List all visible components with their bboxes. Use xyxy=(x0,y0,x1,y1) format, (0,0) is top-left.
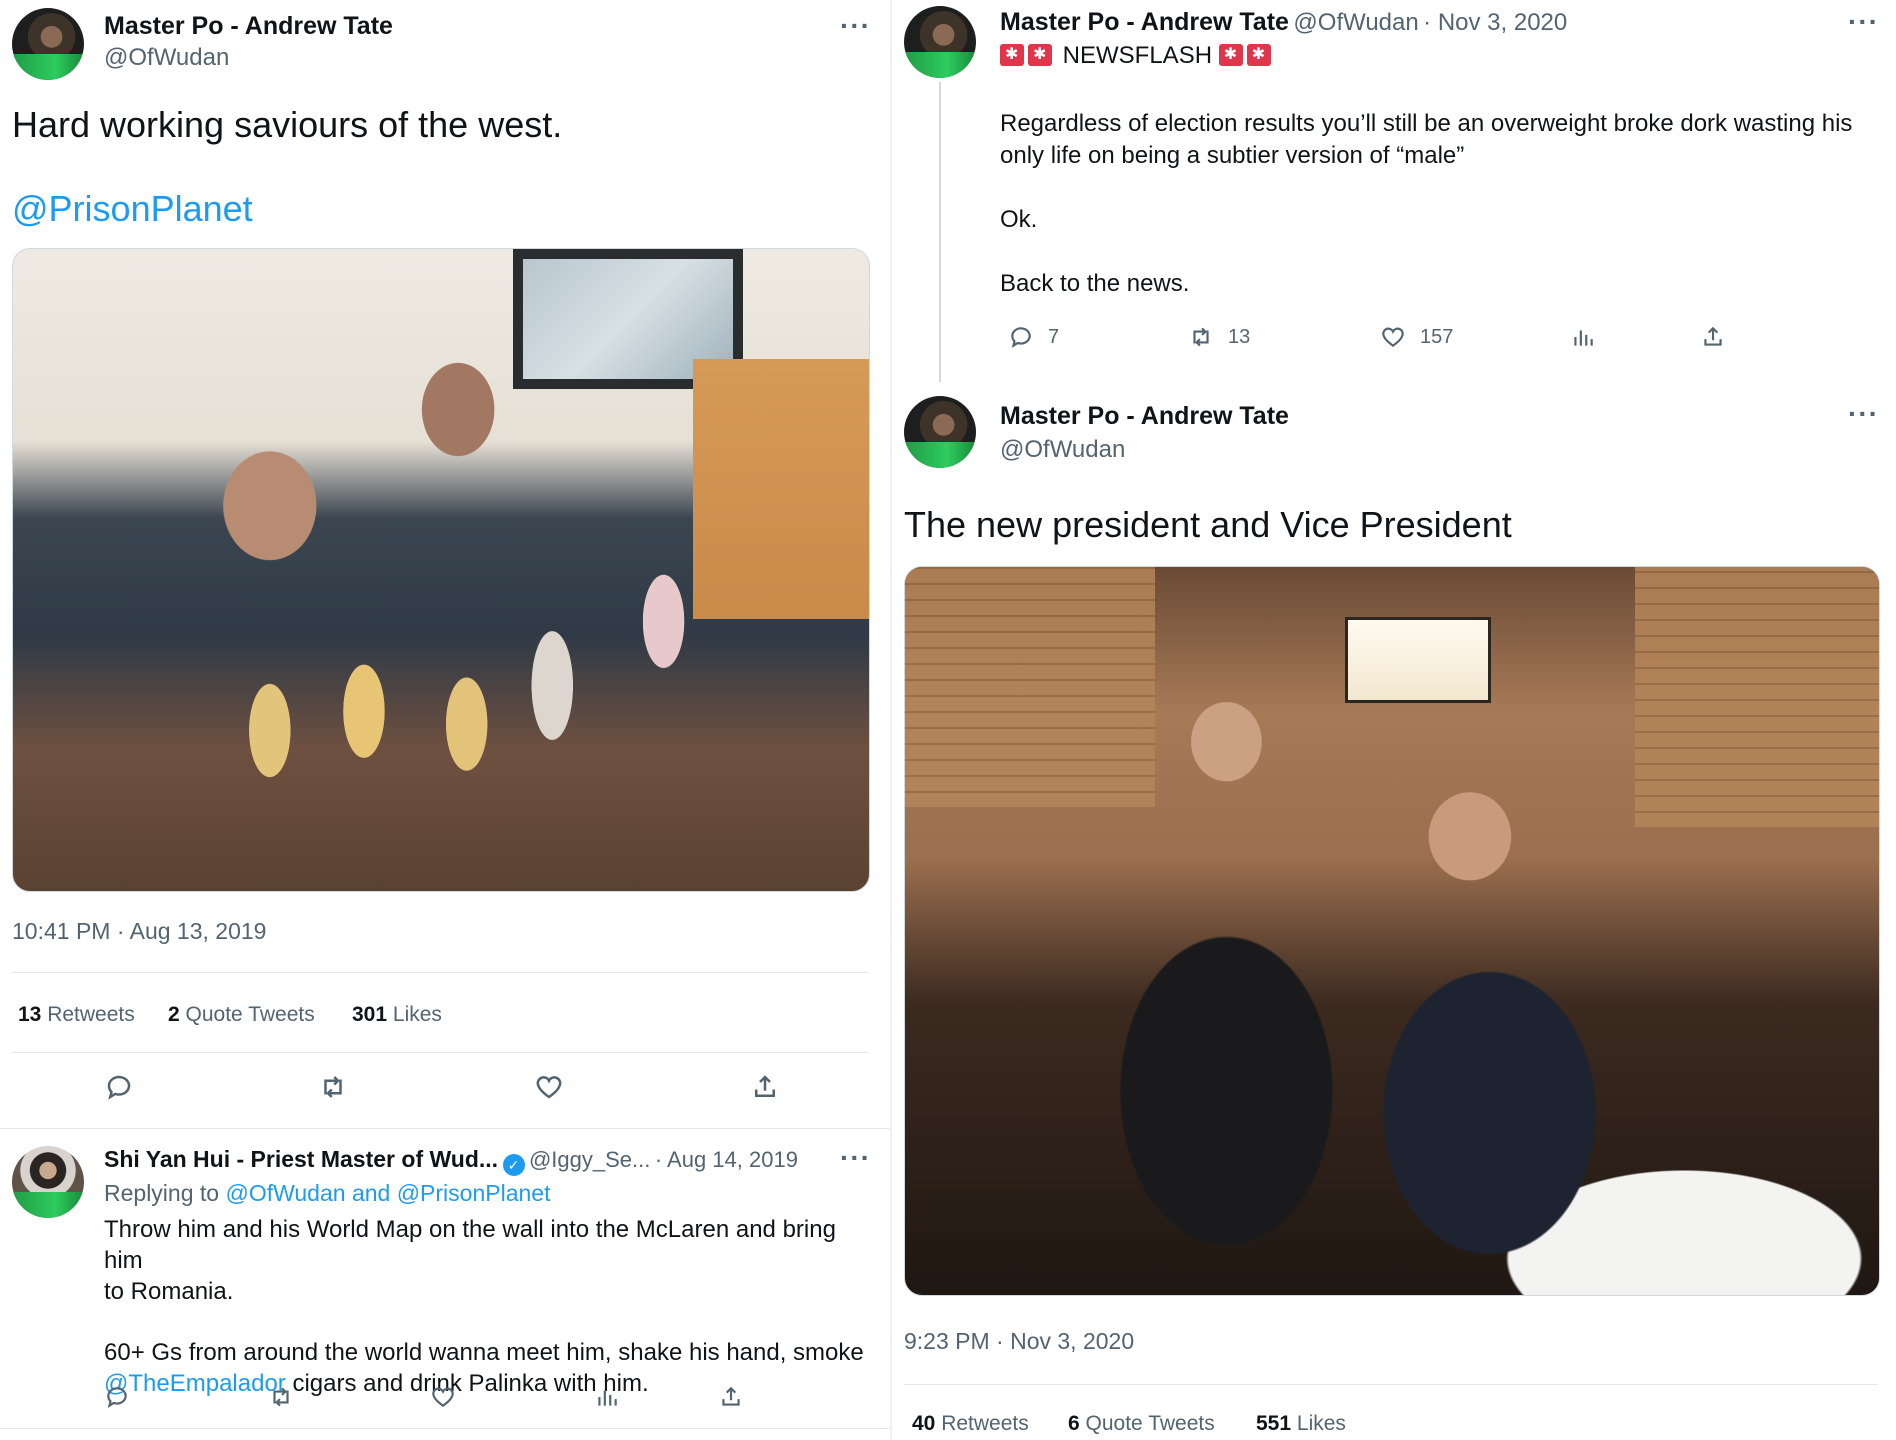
share-button[interactable] xyxy=(750,1072,780,1107)
siren-icon xyxy=(1000,44,1024,66)
more-options-button[interactable]: ··· xyxy=(1848,398,1879,430)
author-avatar[interactable] xyxy=(904,6,976,78)
author-name[interactable]: Master Po - Andrew Tate xyxy=(104,12,393,41)
newsflash-text: NEWSFLASH xyxy=(1062,42,1213,69)
reply-author-handle[interactable]: @Iggy_Se... xyxy=(529,1147,650,1172)
tweet-photo[interactable] xyxy=(12,248,870,892)
reply-author-name[interactable]: Shi Yan Hui - Priest Master of Wud... xyxy=(104,1146,498,1172)
author-handle[interactable]: @OfWudan xyxy=(1293,9,1418,36)
top-like-button[interactable]: 157 xyxy=(1380,324,1453,350)
divider xyxy=(904,1384,1878,1385)
quote-tweets-stat[interactable]: 2 Quote Tweets xyxy=(168,1003,315,1027)
divider xyxy=(12,972,868,973)
photo-brick-wall xyxy=(1635,567,1879,827)
analytics-icon xyxy=(1574,330,1593,346)
retweet-icon xyxy=(273,1387,289,1407)
reply-icon xyxy=(107,1075,131,1100)
siren-icon xyxy=(1028,44,1052,66)
siren-icon xyxy=(1218,44,1243,66)
photo-bar-counter xyxy=(693,359,869,619)
like-count: 157 xyxy=(1420,325,1454,348)
right-tweet-column: Master Po - Andrew Tate @OfWudan · Nov 3… xyxy=(890,0,1896,1440)
tweet-photo[interactable] xyxy=(904,566,1880,1296)
top-tweet-header: Master Po - Andrew Tate @OfWudan · Nov 3… xyxy=(1000,8,1567,37)
divider xyxy=(12,1052,868,1053)
replying-to-links[interactable]: @OfWudan and @PrisonPlanet xyxy=(225,1180,550,1206)
analytics-icon xyxy=(598,1390,617,1406)
replying-to: Replying to @OfWudan and @PrisonPlanet xyxy=(104,1180,550,1207)
author-avatar[interactable] xyxy=(12,8,84,80)
tweet-text: Hard working saviours of the west. xyxy=(12,104,563,145)
like-icon xyxy=(432,1387,454,1407)
retweet-count: 13 xyxy=(1228,325,1251,348)
tweet-text: The new president and Vice President xyxy=(904,504,1512,545)
mention-link[interactable]: @TheEmpalador xyxy=(104,1370,286,1397)
reply-analytics-button[interactable] xyxy=(594,1384,620,1415)
reply-more-options-button[interactable]: ··· xyxy=(840,1142,871,1174)
like-icon xyxy=(536,1076,562,1099)
photo-lamp xyxy=(1345,617,1491,703)
retweets-stat[interactable]: 13 Retweets xyxy=(18,1003,135,1027)
top-reply-button[interactable]: 7 xyxy=(1008,324,1059,350)
divider xyxy=(0,1428,890,1429)
mention-link[interactable]: @PrisonPlanet xyxy=(12,188,253,230)
tweet-text-line: only life on being a subtier version of … xyxy=(1000,142,1465,169)
author-name[interactable]: Master Po - Andrew Tate xyxy=(1000,8,1289,36)
retweet-icon xyxy=(1193,327,1209,347)
reply-like-button[interactable] xyxy=(430,1384,456,1415)
reply-author-avatar[interactable] xyxy=(12,1146,84,1218)
reply-text-line: to Romania. xyxy=(104,1278,234,1305)
reply-icon xyxy=(1011,327,1031,349)
share-icon xyxy=(722,1386,740,1406)
tweet-text-line: Ok. xyxy=(1000,206,1038,233)
retweet-icon xyxy=(324,1076,342,1098)
siren-icon xyxy=(1246,44,1271,66)
reply-reply-button[interactable] xyxy=(104,1384,130,1415)
share-icon xyxy=(1704,326,1722,346)
reply-date[interactable]: · Aug 14, 2019 xyxy=(655,1147,798,1172)
retweets-stat[interactable]: 40 Retweets xyxy=(912,1412,1029,1436)
tweet-date[interactable]: · Nov 3, 2020 xyxy=(1423,9,1567,36)
replying-to-label: Replying to xyxy=(104,1180,220,1206)
retweet-button[interactable] xyxy=(318,1072,348,1107)
reply-button[interactable] xyxy=(104,1072,134,1107)
reply-icon xyxy=(107,1387,127,1409)
verified-badge-icon: ✓ xyxy=(502,1154,525,1176)
top-tweet-text: Regardless of election results you’ll st… xyxy=(1000,108,1880,300)
tweet-text-line: Regardless of election results you’ll st… xyxy=(1000,110,1853,137)
share-icon xyxy=(755,1075,775,1097)
more-options-button[interactable]: ··· xyxy=(1848,6,1879,38)
author-handle[interactable]: @OfWudan xyxy=(104,44,229,72)
tweet-timestamp[interactable]: 9:23 PM · Nov 3, 2020 xyxy=(904,1328,1134,1355)
photo-brick-wall xyxy=(905,567,1155,807)
top-share-button[interactable] xyxy=(1700,324,1726,350)
tweet-timestamp[interactable]: 10:41 PM · Aug 13, 2019 xyxy=(12,918,266,945)
author-avatar[interactable] xyxy=(904,396,976,468)
like-button[interactable] xyxy=(534,1072,564,1107)
top-analytics-button[interactable] xyxy=(1570,324,1596,350)
tweet-text-line: Back to the news. xyxy=(1000,270,1190,297)
reply-text: Throw him and his World Map on the wall … xyxy=(104,1214,874,1399)
reply-retweet-button[interactable] xyxy=(268,1384,294,1415)
reply-count: 7 xyxy=(1048,325,1060,348)
likes-stat[interactable]: 301 Likes xyxy=(352,1003,442,1027)
newsflash-line: NEWSFLASH xyxy=(1000,42,1275,70)
top-retweet-button[interactable]: 13 xyxy=(1188,324,1250,350)
author-handle[interactable]: @OfWudan xyxy=(1000,436,1125,464)
thread-line xyxy=(939,82,941,382)
reply-share-button[interactable] xyxy=(718,1384,744,1415)
reply-text-line: 60+ Gs from around the world wanna meet … xyxy=(104,1339,864,1366)
left-tweet-column: Master Po - Andrew Tate @OfWudan ··· Har… xyxy=(0,0,890,1440)
likes-stat[interactable]: 551 Likes xyxy=(1256,1412,1346,1436)
quote-tweets-stat[interactable]: 6 Quote Tweets xyxy=(1068,1412,1215,1436)
divider xyxy=(0,1128,890,1129)
like-icon xyxy=(1382,327,1404,347)
author-name[interactable]: Master Po - Andrew Tate xyxy=(1000,402,1289,431)
reply-text-line: Throw him and his World Map on the wall … xyxy=(104,1216,836,1274)
reply-header: Shi Yan Hui - Priest Master of Wud... ✓ … xyxy=(104,1146,798,1176)
more-options-button[interactable]: ··· xyxy=(840,10,871,42)
